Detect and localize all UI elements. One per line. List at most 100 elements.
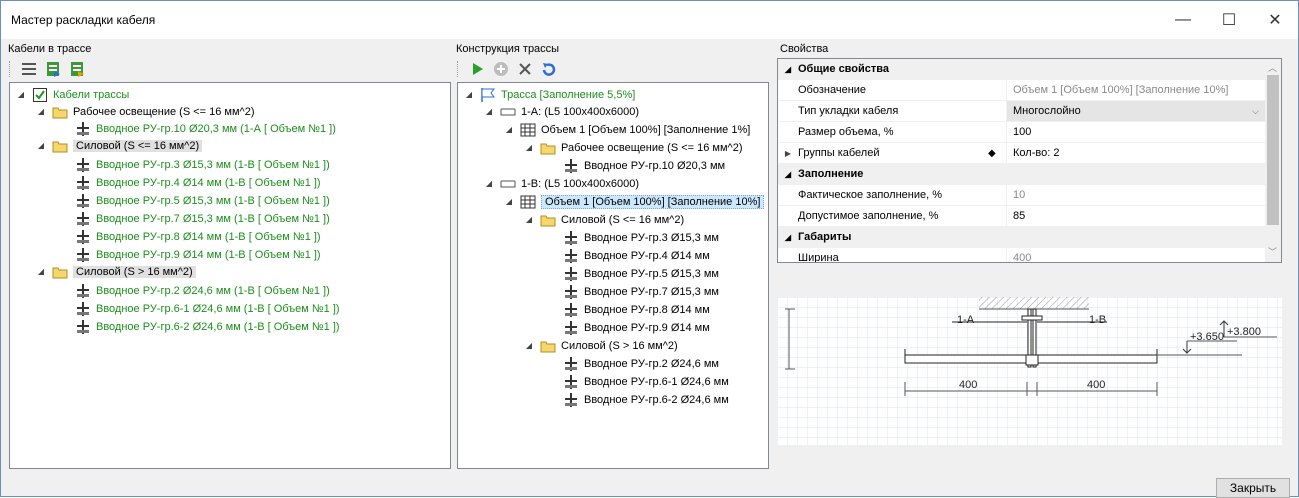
property-row[interactable]: Тип укладки кабеля Многослойно ⌵	[778, 101, 1267, 122]
scroll-down-icon[interactable]: ﹀	[1268, 245, 1277, 258]
tree-volume[interactable]: ◢ Объем 1 [Объем 100%] [Заполнение 1%]	[504, 121, 750, 138]
tree-cable-item[interactable]: Вводное РУ-гр.5 Ø15,3 мм	[562, 265, 719, 282]
collapse-icon[interactable]: ◢	[524, 215, 534, 224]
delete-icon[interactable]	[516, 60, 534, 78]
cable-icon	[562, 248, 580, 264]
property-row[interactable]: Фактическое заполнение, % 10	[778, 185, 1267, 206]
cable-icon	[74, 319, 92, 335]
cable-icon	[74, 283, 92, 299]
property-row[interactable]: Ширина 400	[778, 248, 1267, 262]
tree-cable-item[interactable]: Вводное РУ-гр.6-1 Ø24,6 мм (1-В [ Объем …	[74, 300, 340, 317]
close-window-button[interactable]: ✕	[1252, 1, 1298, 39]
collapse-icon[interactable]: ◢	[504, 197, 514, 206]
tree-cable-item[interactable]: Вводное РУ-гр.10 Ø20,3 мм (1-А [ Объем №…	[74, 120, 336, 137]
close-button[interactable]: Закрыть	[1216, 478, 1290, 498]
collapse-icon[interactable]: ◢	[524, 143, 534, 152]
refresh-icon[interactable]	[540, 60, 558, 78]
folder-icon	[51, 264, 69, 280]
route-flag-icon	[479, 87, 497, 103]
chevron-down-icon[interactable]: ⌵	[1252, 106, 1259, 117]
tray-label-right: 1-В	[1089, 314, 1106, 326]
scroll-up-icon[interactable]: ︿	[1268, 61, 1277, 74]
title-bar: Мастер раскладки кабеля — ☐ ✕	[1, 1, 1298, 39]
add-icon[interactable]	[492, 60, 510, 78]
category-dimensions[interactable]: ◢ Габариты	[778, 227, 1267, 248]
cables-toolbar	[9, 57, 86, 81]
tree-cable-item[interactable]: Вводное РУ-гр.9 Ø14 мм	[562, 319, 710, 336]
minimize-button[interactable]: —	[1160, 1, 1206, 39]
toolbar-grip	[9, 61, 12, 77]
tree-cable-item[interactable]: Вводное РУ-гр.7 Ø15,3 мм (1-В [ Объем №1…	[74, 210, 330, 227]
grid-volume-icon	[519, 122, 537, 138]
tree-cable-item[interactable]: Вводное РУ-гр.6-1 Ø24,6 мм	[562, 373, 729, 390]
play-icon[interactable]	[468, 60, 486, 78]
tree-group[interactable]: ◢ Силовой (S > 16 мм^2)	[36, 263, 196, 280]
cable-icon	[562, 284, 580, 300]
properties-scrollbar[interactable]: ︿ ﹀	[1265, 59, 1281, 262]
scrollbar-thumb[interactable]	[1267, 75, 1279, 225]
toolbar-grip	[457, 61, 460, 77]
tree-cable-item[interactable]: Вводное РУ-гр.3 Ø15,3 мм (1-В [ Объем №1…	[74, 156, 330, 173]
property-row[interactable]: Обозначение Объем 1 [Объем 100%] [Заполне…	[778, 80, 1267, 101]
tree-group[interactable]: ◢ Силовой (S <= 16 мм^2)	[524, 211, 684, 228]
tree-cable-item[interactable]: Вводное РУ-гр.8 Ø14 мм (1-В [ Объем №1 ]…	[74, 228, 321, 245]
tray-label-left: 1-А	[957, 314, 975, 326]
cable-icon	[562, 356, 580, 372]
collapse-icon[interactable]: ◢	[36, 267, 46, 276]
tree-tray-level[interactable]: ◢ 1-В: (L5 100x400x6000)	[484, 175, 639, 192]
cable-icon	[562, 392, 580, 408]
window-title: Мастер раскладки кабеля	[11, 13, 156, 27]
maximize-button[interactable]: ☐	[1206, 1, 1252, 39]
tree-cable-item[interactable]: Вводное РУ-гр.4 Ø14 мм (1-В [ Объем №1 ]…	[74, 174, 321, 191]
tree-cable-item[interactable]: Вводное РУ-гр.8 Ø14 мм	[562, 301, 710, 318]
dialog-window: Мастер раскладки кабеля — ☐ ✕ Кабели в т…	[0, 0, 1299, 498]
tree-tray-level[interactable]: ◢ 1-А: (L5 100x400x6000)	[484, 103, 639, 120]
category-fill[interactable]: ◢ Заполнение	[778, 164, 1267, 185]
elevation-label-1: +3.650	[1190, 331, 1224, 343]
tree-group[interactable]: ◢ Рабочее освещение (S <= 16 мм^2)	[36, 103, 255, 120]
property-row[interactable]: Допустимое заполнение, % 85	[778, 206, 1267, 227]
category-general[interactable]: ◢ Общие свойства	[778, 59, 1267, 80]
checkbox-checked-icon[interactable]	[31, 87, 49, 103]
collapse-icon[interactable]: ◢	[16, 90, 26, 99]
tree-root-cables[interactable]: ◢ Кабели трассы	[16, 86, 129, 103]
tree-root-route[interactable]: ◢ Трасса [Заполнение 5,5%]	[464, 86, 635, 103]
list-icon[interactable]	[20, 60, 38, 78]
tree-volume-selected[interactable]: ◢ Объем 1 [Объем 100%] [Заполнение 10%]	[504, 193, 765, 210]
tree-cable-item[interactable]: Вводное РУ-гр.2 Ø24,6 мм	[562, 355, 719, 372]
collapse-icon[interactable]: ◢	[524, 341, 534, 350]
tree-cable-item[interactable]: Вводное РУ-гр.10 Ø20,3 мм	[562, 157, 725, 174]
folder-icon	[539, 140, 557, 156]
tree-cable-item[interactable]: Вводное РУ-гр.7 Ø15,3 мм	[562, 283, 719, 300]
tray-section-drawing: 200 1-А 1-В +3.650 +3.800 400 400	[754, 245, 1282, 445]
cable-icon	[562, 266, 580, 282]
property-row[interactable]: ▶ Группы кабелей ◆ Кол-во: 2	[778, 143, 1267, 164]
collapse-icon[interactable]: ◢	[484, 179, 494, 188]
tree-group[interactable]: ◢ Рабочее освещение (S <= 16 мм^2)	[524, 139, 743, 156]
collapse-icon[interactable]: ◢	[484, 107, 494, 116]
tree-cable-item[interactable]: Вводное РУ-гр.4 Ø14 мм	[562, 247, 710, 264]
tree-cable-item[interactable]: Вводное РУ-гр.9 Ø14 мм (1-В [ Объем №1 ]…	[74, 246, 321, 263]
folder-icon	[539, 338, 557, 354]
laying-type-select[interactable]: Многослойно ⌵	[1006, 101, 1267, 121]
export-icon[interactable]	[68, 60, 86, 78]
collapse-icon[interactable]: ◢	[464, 90, 474, 99]
collapse-icon[interactable]: ◢	[36, 141, 46, 150]
collapse-icon[interactable]: ◢	[504, 125, 514, 134]
collapse-icon[interactable]: ◢	[778, 170, 798, 179]
tree-cable-item[interactable]: Вводное РУ-гр.6-2 Ø24,6 мм	[562, 391, 729, 408]
collapse-icon[interactable]: ◢	[778, 233, 798, 242]
cable-icon	[74, 247, 92, 263]
tree-cable-item[interactable]: Вводное РУ-гр.5 Ø15,3 мм (1-В [ Объем №1…	[74, 192, 330, 209]
collapse-icon[interactable]: ◢	[36, 107, 46, 116]
collapse-icon[interactable]: ◢	[778, 65, 798, 74]
import-icon[interactable]	[44, 60, 62, 78]
property-row[interactable]: Размер объема, % 100	[778, 122, 1267, 143]
tree-group[interactable]: ◢ Силовой (S > 16 мм^2)	[524, 337, 678, 354]
cables-panel-label: Кабели в трассе	[8, 43, 92, 55]
tree-cable-item[interactable]: Вводное РУ-гр.3 Ø15,3 мм	[562, 229, 719, 246]
tree-cable-item[interactable]: Вводное РУ-гр.6-2 Ø24,6 мм (1-В [ Объем …	[74, 318, 340, 335]
tree-cable-item[interactable]: Вводное РУ-гр.2 Ø24,6 мм (1-В [ Объем №1…	[74, 282, 330, 299]
expand-icon[interactable]: ▶	[778, 149, 798, 158]
tree-group[interactable]: ◢ Силовой (S <= 16 мм^2)	[36, 137, 203, 154]
